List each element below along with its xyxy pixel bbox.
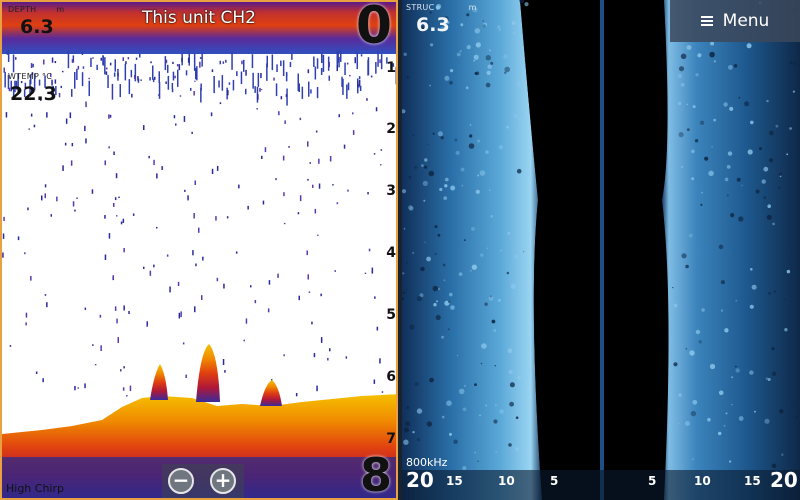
structure-depth-value: 6.3 xyxy=(416,14,450,36)
structure-image xyxy=(402,0,800,500)
depth-tick: 6 xyxy=(386,369,396,385)
structure-depth-label: STRUC m xyxy=(406,3,477,12)
frequency-label: High Chirp xyxy=(6,482,64,495)
fish-arch xyxy=(196,344,220,402)
port-side-scan xyxy=(402,0,542,500)
range-label: 10 xyxy=(498,474,515,488)
center-line xyxy=(600,0,604,500)
zoom-out-button[interactable]: − xyxy=(168,468,194,494)
starboard-side-scan xyxy=(662,0,800,500)
sonar-echogram xyxy=(2,2,396,498)
depth-tick: 3 xyxy=(386,183,396,199)
range-bottom: 8 xyxy=(359,448,392,500)
range-top: 0 xyxy=(355,0,392,56)
depth-tick: 7 xyxy=(386,431,396,447)
menu-button[interactable]: Menu xyxy=(670,0,800,42)
range-label: 20 xyxy=(770,468,798,492)
menu-label: Menu xyxy=(722,11,770,31)
fish-arch xyxy=(260,380,282,406)
range-label: 20 xyxy=(406,468,434,492)
range-label: 5 xyxy=(550,474,559,488)
zoom-in-button[interactable]: + xyxy=(210,468,236,494)
range-label: 5 xyxy=(648,474,657,488)
depth-value: 6.3 xyxy=(20,16,54,38)
range-label: 15 xyxy=(744,474,761,488)
temperature-label: WTEMP °C xyxy=(8,72,53,81)
range-label: 15 xyxy=(446,474,463,488)
range-label: 10 xyxy=(694,474,711,488)
depth-tick: 4 xyxy=(386,245,396,261)
temperature-value: 22.3 xyxy=(10,83,57,105)
starboard-water-column xyxy=(604,0,669,500)
hamburger-icon xyxy=(700,14,713,28)
depth-tick: 1 xyxy=(386,60,396,76)
fish-arch xyxy=(150,364,168,400)
depth-tick: 2 xyxy=(386,121,396,137)
depth-tick: 5 xyxy=(386,307,396,323)
source-title: This unit CH2 xyxy=(142,8,256,28)
depth-label: DEPTH m xyxy=(8,5,65,14)
structure-scan-pane[interactable]: STRUC m 6.3 Menu 800kHz 20 15 10 5 5 10 … xyxy=(402,0,800,500)
sonar-pane[interactable]: DEPTH m 6.3 WTEMP °C 22.3 This unit CH2 … xyxy=(0,0,398,500)
